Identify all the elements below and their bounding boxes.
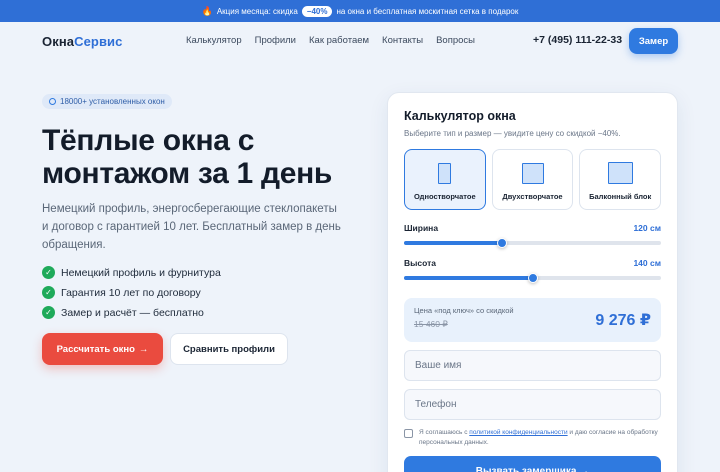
logo[interactable]: ОкнаСервис [42,34,122,49]
check-icon: ✓ [42,286,55,299]
calculate-window-label: Рассчитать окно [56,343,135,355]
width-label: Ширина [404,223,439,233]
single-window-icon [438,163,452,184]
nav-link-contacts[interactable]: Контакты [382,35,423,46]
installed-count-badge: 18000+ установленных окон [42,94,172,109]
fire-icon: 🔥 [201,5,213,16]
nav-link-profiles[interactable]: Профили [255,35,296,46]
call-measurer-button[interactable]: Вызвать замерщика → [404,456,661,472]
height-label: Высота [404,258,436,268]
name-input[interactable] [404,350,661,381]
height-slider[interactable] [404,273,661,283]
benefit-text: Гарантия 10 лет по договору [61,286,201,299]
nav-link-how-we-work[interactable]: Как работаем [309,35,369,46]
benefit-item: ✓ Немецкий профиль и фурнитура [42,266,362,279]
promo-suffix: на окна и бесплатная москитная сетка в п… [336,6,519,16]
consent-checkbox[interactable] [404,429,413,438]
nav-link-faq[interactable]: Вопросы [436,35,475,46]
benefit-text: Немецкий профиль и фурнитура [61,266,221,279]
check-icon: ✓ [42,306,55,319]
header-measure-button[interactable]: Замер [629,28,678,54]
calculator-card: Калькулятор окна Выберите тип и размер —… [387,92,678,472]
window-type-label: Балконный блок [589,192,652,201]
window-type-label: Двухстворчатое [502,192,563,201]
window-type-label: Одностворчатое [414,192,476,201]
benefits-list: ✓ Немецкий профиль и фурнитура ✓ Гаранти… [42,266,362,319]
width-slider-fill [404,241,502,245]
width-value: 120 см [633,223,661,233]
consent-text: Я соглашаюсь с политикой конфиденциально… [419,428,661,448]
hero-actions: Рассчитать окно → Сравнить профили [42,333,362,365]
window-type-single[interactable]: Одностворчатое [404,149,486,210]
height-slider-fill [404,276,533,280]
logo-part-1: Окна [42,33,75,49]
hero-title: Тёплые окна с монтажом за 1 день [42,124,362,190]
nav-link-calculator[interactable]: Калькулятор [186,35,242,46]
arrow-right-icon: → [138,343,149,355]
hero-title-line-2: монтажом за 1 день [42,157,333,190]
benefit-item: ✓ Замер и расчёт — бесплатно [42,306,362,319]
benefit-item: ✓ Гарантия 10 лет по договору [42,286,362,299]
width-slider-row: Ширина 120 см [404,223,661,248]
hero-section: 18000+ установленных окон Тёплые окна с … [42,92,362,365]
site-header: ОкнаСервис Калькулятор Профили Как работ… [0,22,720,60]
discounted-price: 9 276 ₽ [595,312,651,329]
phone-input[interactable] [404,389,661,420]
benefit-text: Замер и расчёт — бесплатно [61,306,204,319]
height-value: 140 см [633,258,661,268]
hero-title-line-1: Тёплые окна с [42,124,255,157]
double-window-icon [521,163,544,184]
privacy-policy-link[interactable]: политикой конфиденциальности [469,429,567,436]
calculator-title: Калькулятор окна [404,109,516,123]
calculate-window-button[interactable]: Рассчитать окно → [42,333,163,365]
calculator-subtitle: Выберите тип и размер — увидите цену со … [404,129,621,138]
height-slider-row: Высота 140 см [404,258,661,283]
badge-text: 18000+ установленных окон [60,97,165,106]
price-box: Цена «под ключ» со скидкой 15 460 ₽ 9 27… [404,298,661,342]
check-icon: ✓ [42,266,55,279]
main-nav: Калькулятор Профили Как работаем Контакт… [186,35,475,46]
phone-link[interactable]: +7 (495) 111-22-33 [533,34,622,46]
circle-icon [49,98,56,105]
balcony-block-icon [607,162,633,184]
promo-bar: 🔥 Акция месяца: скидка −40% на окна и бе… [0,0,720,22]
window-type-balcony[interactable]: Балконный блок [579,149,662,210]
promo-discount-badge: −40% [301,5,333,17]
logo-part-2: Сервис [74,33,123,49]
compare-profiles-button[interactable]: Сравнить профили [170,333,288,365]
width-slider[interactable] [404,238,661,248]
window-type-selector: Одностворчатое Двухстворчатое Балконный … [404,149,662,210]
promo-prefix: Акция месяца: скидка [216,6,298,16]
width-slider-handle[interactable] [496,238,507,248]
window-type-double[interactable]: Двухстворчатое [491,149,574,210]
height-slider-handle[interactable] [527,273,538,283]
consent-prefix: Я соглашаюсь с [419,429,468,436]
hero-lead: Немецкий профиль, энергосберегающие стек… [42,203,341,251]
consent-row: Я соглашаюсь с политикой конфиденциально… [404,428,661,448]
